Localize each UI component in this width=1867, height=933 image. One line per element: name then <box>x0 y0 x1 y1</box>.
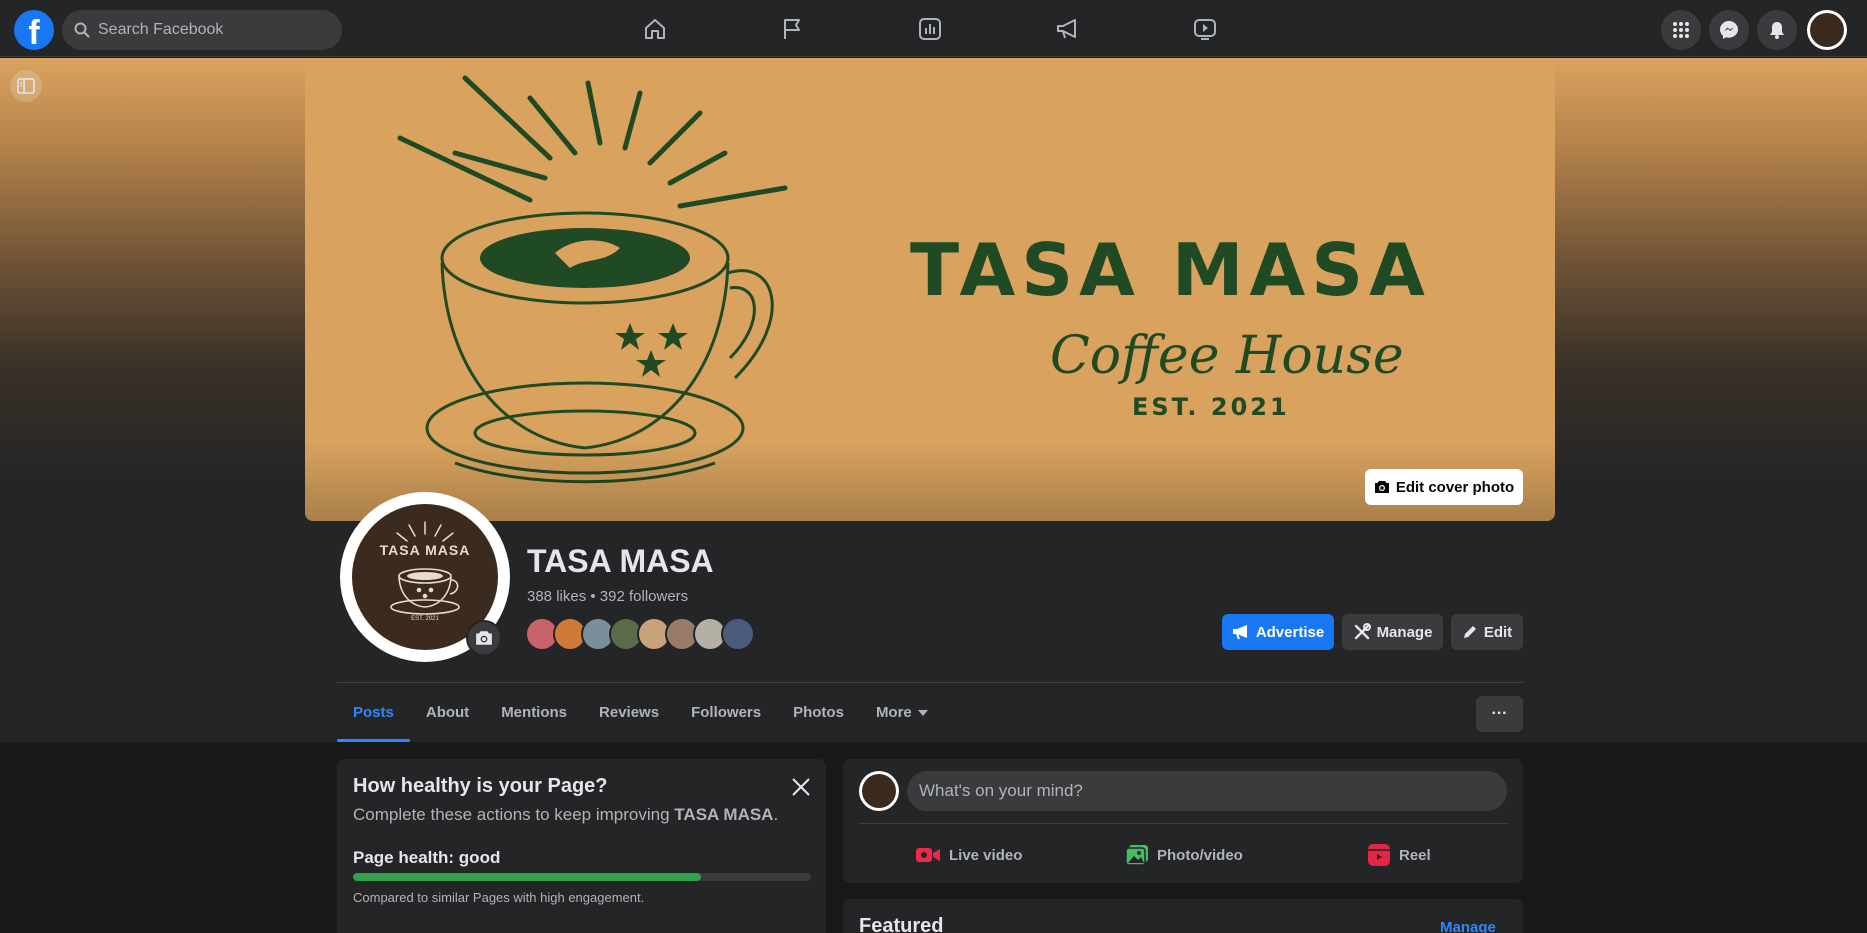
photo-icon <box>1125 845 1148 866</box>
tab-mentions[interactable]: Mentions <box>485 684 583 742</box>
photo-video-label: Photo/video <box>1157 846 1243 864</box>
home-icon[interactable] <box>640 14 670 44</box>
cover-photo: TASA MASA Coffee House EST. 2021 <box>305 58 1555 521</box>
megaphone-icon[interactable] <box>1053 14 1083 44</box>
more-options-button[interactable]: ··· <box>1476 696 1523 732</box>
bell-icon[interactable] <box>1757 10 1797 50</box>
featured-title: Featured <box>859 915 944 933</box>
facebook-logo[interactable]: f <box>14 10 54 50</box>
advertise-button[interactable]: Advertise <box>1222 614 1334 650</box>
health-subtitle-page: TASA MASA <box>674 805 774 824</box>
search-input[interactable] <box>98 21 318 39</box>
megaphone-icon <box>1232 625 1247 640</box>
follower-avatar[interactable] <box>721 617 755 651</box>
camera-icon <box>1374 481 1389 493</box>
tab-label: Photos <box>793 704 844 721</box>
tab-label: Reviews <box>599 704 660 721</box>
camera-icon <box>476 631 492 645</box>
video-icon[interactable] <box>1190 14 1220 44</box>
live-video-label: Live video <box>949 846 1023 864</box>
tab-label: Mentions <box>501 704 568 721</box>
tab-label: More <box>875 704 912 721</box>
page-title: TASA MASA <box>527 543 714 579</box>
logo-title: TASA MASA <box>379 542 471 558</box>
page-health-card: How healthy is your Page? Complete these… <box>337 759 826 933</box>
live-video-button[interactable]: Live video <box>915 837 1022 873</box>
tab-reviews[interactable]: Reviews <box>583 684 675 742</box>
search-box[interactable] <box>62 10 342 50</box>
manage-label: Manage <box>1376 623 1433 641</box>
cover-est-text: EST. 2021 <box>1132 393 1290 421</box>
facebook-logo-letter: f <box>28 14 40 50</box>
reel-label: Reel <box>1399 846 1431 864</box>
edit-page-button[interactable]: Edit <box>1451 614 1523 650</box>
page-tabs: Posts About Mentions Reviews Followers P… <box>337 684 944 742</box>
cover-subtitle-text: Coffee House <box>1050 326 1404 386</box>
pencil-icon <box>1463 626 1476 638</box>
tab-about[interactable]: About <box>410 684 485 742</box>
tools-icon <box>1354 623 1371 640</box>
more-options-dots: ··· <box>1491 705 1508 722</box>
composer-avatar[interactable] <box>859 771 899 811</box>
search-icon <box>74 22 90 38</box>
health-subtitle-prefix: Complete these actions to keep improving <box>353 805 675 824</box>
featured-manage-link[interactable]: Manage <box>1440 919 1496 933</box>
page-health-status: Page health: good <box>353 848 501 867</box>
manage-button[interactable]: Manage <box>1342 614 1443 650</box>
insights-icon[interactable] <box>915 14 945 44</box>
update-profile-picture-button[interactable] <box>466 620 502 656</box>
tab-followers[interactable]: Followers <box>675 684 777 742</box>
page-health-note: Compared to similar Pages with high enga… <box>353 890 645 905</box>
flag-icon[interactable] <box>777 14 807 44</box>
top-navigation-bar: f <box>0 0 1867 57</box>
account-avatar[interactable] <box>1807 10 1847 50</box>
health-subtitle-suffix: . <box>773 805 779 824</box>
follower-avatars[interactable] <box>525 617 755 651</box>
reel-button[interactable]: Reel <box>1367 837 1431 873</box>
featured-card: Featured Manage <box>843 899 1523 933</box>
likes-followers-count[interactable]: 388 likes • 392 followers <box>527 588 688 605</box>
page-health-bar <box>353 873 811 881</box>
whats-on-your-mind-input[interactable]: What's on your mind? <box>907 771 1507 811</box>
page-health-fill <box>353 873 702 881</box>
tab-label: Followers <box>691 704 762 721</box>
edit-cover-photo-label: Edit cover photo <box>1395 478 1515 496</box>
close-icon[interactable] <box>787 773 815 801</box>
grid-menu-icon[interactable] <box>1661 10 1701 50</box>
tab-label: Posts <box>353 704 394 721</box>
reel-icon <box>1368 844 1390 866</box>
health-card-title: How healthy is your Page? <box>353 775 608 797</box>
tab-photos[interactable]: Photos <box>777 684 860 742</box>
edit-cover-photo-button[interactable]: Edit cover photo <box>1365 469 1523 505</box>
tab-label: About <box>425 704 470 721</box>
caret-down-icon <box>917 710 928 716</box>
photo-video-button[interactable]: Photo/video <box>1125 837 1243 873</box>
health-card-subtitle: Complete these actions to keep improving… <box>353 805 778 825</box>
cover-title-text: TASA MASA <box>910 228 1431 312</box>
advertise-label: Advertise <box>1255 623 1325 641</box>
messenger-icon[interactable] <box>1709 10 1749 50</box>
edit-label: Edit <box>1483 623 1513 641</box>
profile-divider <box>337 682 1523 683</box>
live-video-icon <box>916 848 940 862</box>
composer-divider <box>859 823 1507 824</box>
sidebar-toggle-icon[interactable] <box>10 70 42 102</box>
tab-posts[interactable]: Posts <box>337 684 410 742</box>
post-composer: What's on your mind? Live video Photo/vi… <box>843 759 1523 883</box>
tab-more[interactable]: More <box>860 684 944 742</box>
